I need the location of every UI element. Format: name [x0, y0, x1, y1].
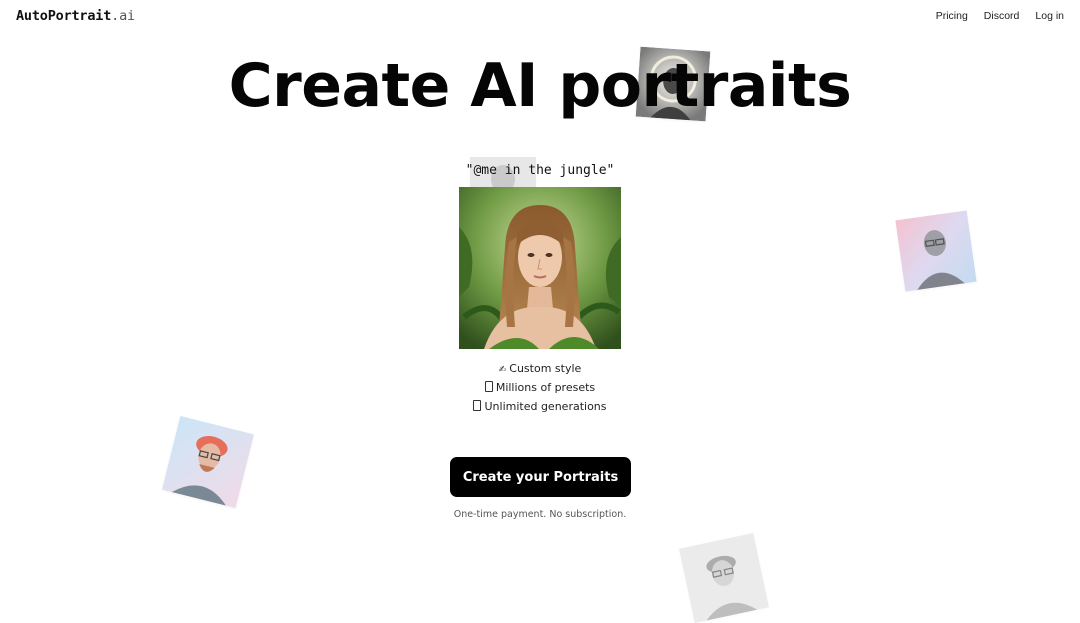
feature-label: Custom style [509, 362, 582, 375]
demo-portrait-image [459, 187, 621, 349]
feature-item-generations: Unlimited generations [0, 397, 1080, 416]
nav-pricing-link[interactable]: Pricing [936, 10, 968, 22]
floating-portrait-pastel [895, 210, 977, 292]
top-nav: Pricing Discord Log in [936, 10, 1064, 22]
feature-label: Millions of presets [495, 381, 596, 394]
brand-logo[interactable]: AutoPortrait.ai [16, 8, 135, 24]
create-portraits-button[interactable]: Create your Portraits [450, 457, 631, 497]
brand-tld: .ai [111, 8, 135, 24]
brand-name: AutoPortrait [16, 8, 112, 24]
nav-login-link[interactable]: Log in [1035, 10, 1064, 22]
feature-item-presets: Millions of presets [0, 378, 1080, 397]
hero-headline: Create AI portraits [228, 51, 852, 121]
presets-box-icon [484, 381, 493, 392]
floating-portrait-colorful [161, 415, 255, 509]
demo-prompt: "@me in the jungle" [465, 163, 615, 178]
floating-portrait-gray [678, 532, 770, 623]
nav-discord-link[interactable]: Discord [984, 10, 1020, 22]
feature-list: ✍ Custom style Millions of presets Unlimi… [0, 359, 1080, 416]
feature-label: Unlimited generations [484, 400, 607, 413]
payment-note: One-time payment. No subscription. [453, 509, 627, 520]
feature-item-custom-style: ✍ Custom style [0, 359, 1080, 378]
generations-box-icon [473, 400, 482, 411]
